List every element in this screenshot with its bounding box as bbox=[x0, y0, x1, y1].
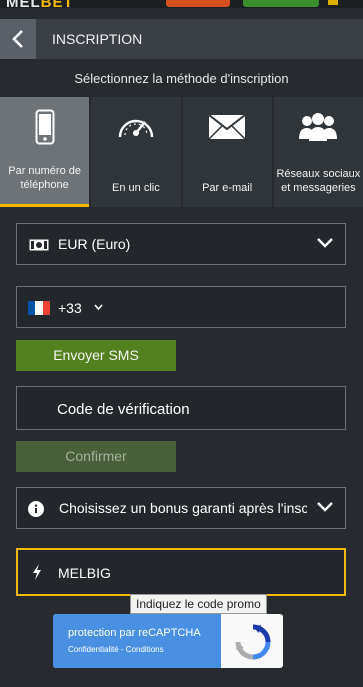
logo-part-a: MEL bbox=[6, 0, 41, 11]
envelope-icon bbox=[208, 107, 246, 147]
tab-one-click-label: En un clic bbox=[112, 182, 160, 194]
tab-phone-label: Par numéro de téléphone bbox=[8, 165, 81, 191]
tab-email-label: Par e-mail bbox=[202, 182, 253, 194]
tab-social-label: Réseaux sociaux et messageries bbox=[276, 168, 361, 194]
verification-code-field[interactable]: Code de vérification bbox=[16, 386, 346, 430]
method-subtitle: Sélectionnez la méthode d'inscription bbox=[74, 71, 289, 86]
promo-code-field[interactable]: MELBIG bbox=[16, 548, 346, 596]
login-button[interactable] bbox=[166, 0, 230, 7]
register-button[interactable] bbox=[243, 0, 319, 7]
logo[interactable]: MELBET bbox=[6, 0, 74, 11]
tab-one-click[interactable]: En un clic bbox=[91, 97, 181, 207]
bonus-select[interactable]: Choisissez un bonus garanti après l'insc… bbox=[16, 487, 346, 529]
tab-email[interactable]: Par e-mail bbox=[182, 97, 272, 207]
top-bar: MELBET bbox=[0, 0, 363, 11]
flag-stripe-red bbox=[42, 301, 50, 315]
back-button[interactable] bbox=[0, 19, 36, 59]
send-sms-button[interactable]: Envoyer SMS bbox=[16, 340, 176, 371]
verification-code-placeholder: Code de vérification bbox=[57, 401, 190, 418]
recaptcha-title: protection par reCAPTCHA bbox=[68, 627, 201, 639]
recaptcha-badge[interactable]: protection par reCAPTCHA Confidentialité… bbox=[53, 614, 283, 668]
phone-icon bbox=[35, 107, 55, 147]
page-title: INSCRIPTION bbox=[52, 31, 143, 47]
chevron-down-icon bbox=[317, 238, 333, 248]
chevron-left-icon bbox=[12, 30, 23, 48]
currency-value: EUR (Euro) bbox=[58, 236, 131, 252]
header: INSCRIPTION bbox=[0, 19, 363, 59]
recaptcha-panel bbox=[53, 614, 221, 668]
bonus-chevron-down-icon bbox=[317, 502, 333, 512]
recaptcha-logo-icon bbox=[235, 624, 271, 660]
speedometer-icon bbox=[116, 107, 156, 147]
flag-france-icon[interactable] bbox=[28, 301, 50, 315]
dial-chevron-down-icon[interactable] bbox=[94, 304, 103, 311]
tab-social[interactable]: Réseaux sociaux et messageries bbox=[273, 97, 363, 207]
people-icon bbox=[298, 107, 338, 147]
bonus-value: Choisissez un bonus garanti après l'insc… bbox=[59, 500, 307, 516]
confirm-button[interactable]: Confirmer bbox=[16, 441, 176, 472]
lock-icon[interactable] bbox=[328, 0, 338, 5]
promo-tooltip: Indiquez le code promo bbox=[130, 594, 267, 614]
phone-input-group[interactable]: +33 bbox=[16, 286, 346, 328]
flag-stripe-blue bbox=[28, 301, 36, 315]
flag-stripe-white bbox=[35, 301, 43, 315]
logo-part-b: BET bbox=[40, 0, 74, 11]
info-icon bbox=[28, 501, 44, 517]
bolt-icon bbox=[33, 564, 41, 580]
tab-phone[interactable]: Par numéro de téléphone bbox=[0, 97, 90, 207]
money-icon bbox=[29, 239, 49, 251]
recaptcha-links[interactable]: Confidentialité - Conditions bbox=[68, 645, 164, 654]
promo-code-value: MELBIG bbox=[58, 565, 111, 581]
dial-code[interactable]: +33 bbox=[58, 300, 82, 316]
method-tabs: Par numéro de téléphone En un clic Par e… bbox=[0, 97, 363, 207]
currency-select[interactable]: EUR (Euro) bbox=[16, 223, 346, 265]
